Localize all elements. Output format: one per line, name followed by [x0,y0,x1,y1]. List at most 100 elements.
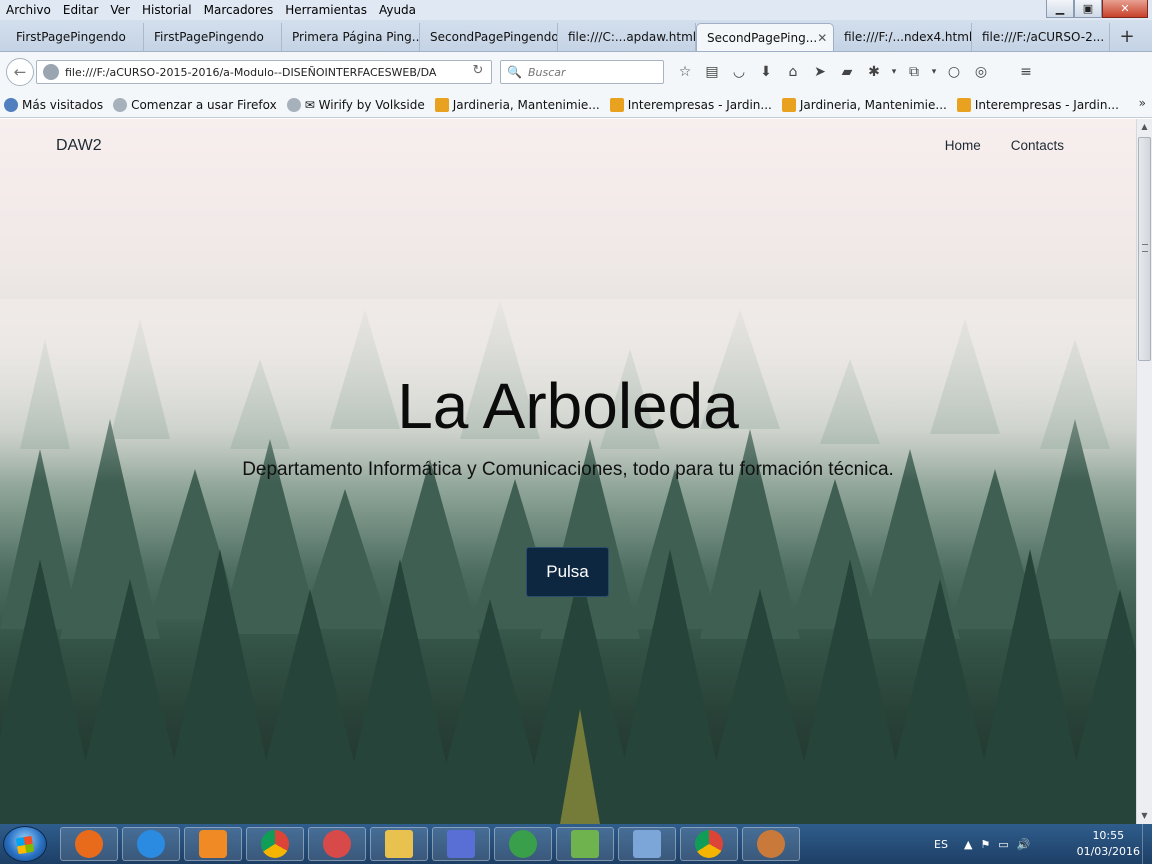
start-button[interactable] [3,826,47,862]
bookmark-item[interactable]: Jardineria, Mantenimie... [781,97,947,112]
media-player-icon [199,830,227,858]
bookmark-item[interactable]: Comenzar a usar Firefox [113,97,277,112]
volume-icon[interactable]: 🔊 [1017,838,1031,851]
menu-bar: Archivo Editar Ver Historial Marcadores … [0,0,1152,20]
taskbar-app-explorer[interactable] [370,827,428,861]
window-controls: ▁ ▣ ✕ [1046,0,1148,18]
taskbar-app-chrome-2[interactable] [680,827,738,861]
chat-icon[interactable]: ○ [941,60,967,84]
bookmark-label: Comenzar a usar Firefox [131,97,277,112]
close-tab-icon[interactable]: ✕ [817,24,827,51]
tab-2[interactable]: FirstPagePingendo [144,23,282,51]
bookmark-item[interactable]: Interempresas - Jardin... [609,97,772,112]
extension-icon[interactable]: ✱ [861,60,887,84]
menu-editar[interactable]: Editar [57,0,105,20]
globe-icon [286,97,301,112]
scroll-down-arrow[interactable]: ▼ [1137,808,1152,824]
bookmarks-overflow-button[interactable]: » [1139,96,1146,110]
home-icon[interactable]: ⌂ [780,60,806,84]
url-bar[interactable]: file:///F:/aCURSO-2015-2016/a-Modulo--DI… [36,60,492,84]
network-icon[interactable]: ▭ [998,838,1008,851]
site-nav: Home Contacts [915,138,1064,153]
hamburger-menu-icon[interactable]: ≡ [1013,60,1039,84]
network-app-icon [447,830,475,858]
bookmark-item[interactable]: Más visitados [4,97,103,112]
menu-herramientas[interactable]: Herramientas [279,0,373,20]
taskbar-app-ie[interactable] [122,827,180,861]
site-identity-icon[interactable] [43,64,59,80]
close-window-button[interactable]: ✕ [1102,0,1148,18]
site-brand[interactable]: DAW2 [56,137,102,155]
taskbar-app-chrome[interactable] [246,827,304,861]
tab-active-label: SecondPagePing... [707,31,818,45]
bookmark-label: Interempresas - Jardin... [627,97,772,112]
reading-list-icon[interactable]: ▤ [699,60,725,84]
taskbar-app-firefox[interactable] [60,827,118,861]
minimize-button[interactable]: ▁ [1046,0,1074,18]
taskbar-app-media[interactable] [184,827,242,861]
bookmark-star-icon[interactable]: ☆ [672,60,698,84]
taskbar-app-anaconda[interactable] [494,827,552,861]
scrollbar-grip-icon [1142,244,1148,252]
scrollbar-thumb[interactable] [1138,137,1151,361]
menu-ayuda[interactable]: Ayuda [373,0,422,20]
taskbar-app-paint[interactable] [742,827,800,861]
taskbar-app-control-panel[interactable] [618,827,676,861]
show-hidden-icons-icon[interactable]: ▲ [964,838,972,851]
bookmark-label: ✉ Wirify by Volkside [304,97,425,112]
taskbar-app-network[interactable] [432,827,490,861]
scroll-up-arrow[interactable]: ▲ [1137,119,1152,135]
search-icon: 🔍 [507,65,522,79]
bookmark-item[interactable]: Jardineria, Mantenimie... [434,97,600,112]
globe-icon [113,97,128,112]
dropdown-icon[interactable]: ▾ [888,60,900,84]
pocket-icon[interactable]: ◡ [726,60,752,84]
download-icon[interactable]: ⬇ [753,60,779,84]
taskbar-app-tool[interactable] [308,827,366,861]
internet-explorer-icon [137,830,165,858]
search-box[interactable]: 🔍 [500,60,664,84]
hero-subtitle: Departamento Informática y Comunicacione… [242,459,894,480]
bookmark-item[interactable]: ✉ Wirify by Volkside [286,97,425,112]
tab-active[interactable]: SecondPagePing... ✕ [696,23,834,51]
clock-date: 01/03/2016 [1076,845,1140,858]
devtools-icon[interactable]: ⧉ [901,60,927,84]
back-button[interactable]: ← [6,58,34,86]
chrome-icon [261,830,289,858]
dropdown-icon-2[interactable]: ▾ [928,60,940,84]
menu-historial[interactable]: Historial [136,0,198,20]
paint-icon [757,830,785,858]
reload-icon[interactable]: ↻ [469,63,487,81]
navigation-toolbar: ← file:///F:/aCURSO-2015-2016/a-Modulo--… [0,52,1152,92]
menu-ver[interactable]: Ver [104,0,136,20]
bookmark-label: Interempresas - Jardin... [974,97,1119,112]
menu-marcadores[interactable]: Marcadores [198,0,280,20]
nav-link-home[interactable]: Home [945,138,981,153]
bookmark-item[interactable]: Interempresas - Jardin... [956,97,1119,112]
search-input[interactable] [527,65,656,79]
globe-icon[interactable]: ◎ [968,60,994,84]
language-indicator[interactable]: ES [934,838,948,851]
pulsa-button[interactable]: Pulsa [526,547,609,597]
tab-5[interactable]: file:///C:...apdaw.html [558,23,696,51]
tab-1[interactable]: FirstPagePingendo [6,23,144,51]
file-explorer-icon [385,830,413,858]
rss-feed-icon [781,97,796,112]
addon-icon[interactable]: ▰ [834,60,860,84]
send-icon[interactable]: ➤ [807,60,833,84]
show-desktop-button[interactable] [1142,824,1152,864]
tab-7[interactable]: file:///F:/...ndex4.html [834,23,972,51]
firefox-icon [75,830,103,858]
menu-archivo[interactable]: Archivo [0,0,57,20]
url-text[interactable]: file:///F:/aCURSO-2015-2016/a-Modulo--DI… [65,66,457,79]
vertical-scrollbar[interactable]: ▲ ▼ [1136,119,1152,824]
tab-8[interactable]: file:///F:/aCURSO-2... [972,23,1110,51]
nav-link-contacts[interactable]: Contacts [1011,138,1064,153]
new-tab-button[interactable]: + [1110,23,1144,51]
taskbar-app-notepad[interactable] [556,827,614,861]
clock[interactable]: 10:55 01/03/2016 [1077,828,1140,860]
maximize-button[interactable]: ▣ [1074,0,1102,18]
tab-4[interactable]: SecondPagePingendo [420,23,558,51]
action-center-icon[interactable]: ⚑ [980,838,990,851]
tab-3[interactable]: Primera Página Ping... [282,23,420,51]
